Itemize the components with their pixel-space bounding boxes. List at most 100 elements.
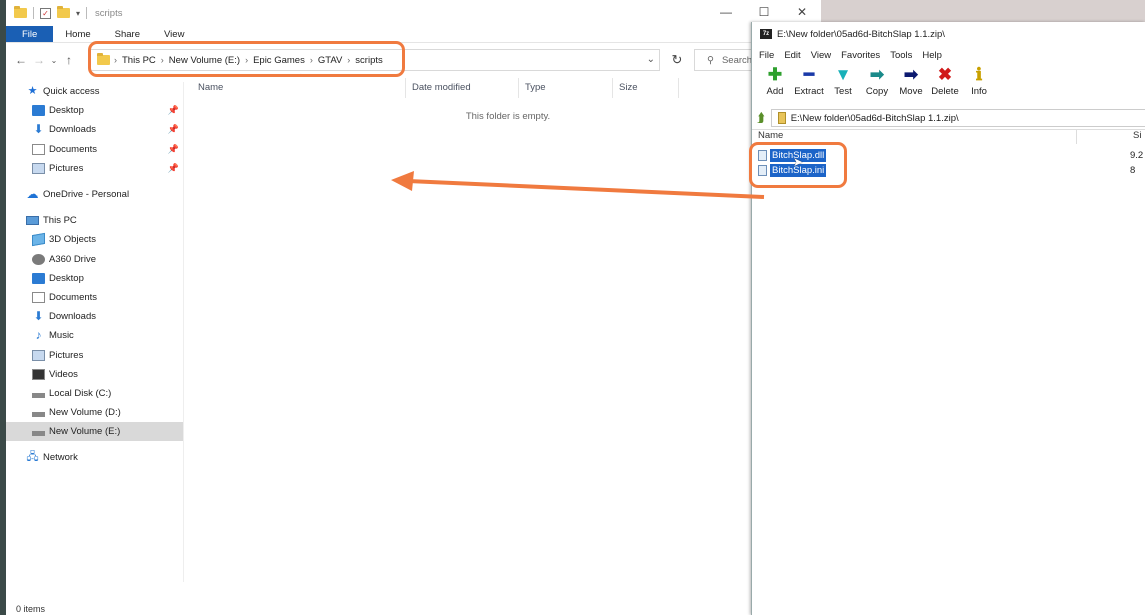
- nav-item-quick-access[interactable]: ★ Quick access: [6, 82, 183, 101]
- nav-item-music[interactable]: ♪ Music: [6, 326, 183, 345]
- column-header-date-modified[interactable]: Date modified: [406, 78, 519, 98]
- search-placeholder: Search: [721, 54, 753, 66]
- computer-icon: [26, 216, 39, 226]
- column-header-name[interactable]: Name: [192, 78, 406, 98]
- maximize-button[interactable]: ☐: [745, 0, 783, 24]
- nav-item-label: New Volume (E:): [49, 426, 121, 438]
- copy-icon: ➡: [869, 65, 885, 84]
- menu-tools[interactable]: Tools: [885, 50, 917, 61]
- extract-button[interactable]: ━ Extract: [792, 64, 826, 97]
- nav-item-documents[interactable]: Documents 📌: [6, 140, 183, 159]
- folder-icon: [14, 6, 27, 18]
- delete-button[interactable]: ✖ Delete: [928, 64, 962, 97]
- menu-file[interactable]: File: [754, 50, 779, 61]
- desktop-icon: [32, 272, 45, 284]
- search-icon: ⚲: [707, 54, 714, 66]
- navigation-pane: ★ Quick access Desktop 📌 ⬇ Downloads 📌 Docum…: [6, 82, 184, 582]
- tab-file[interactable]: File: [6, 26, 54, 42]
- nav-item-label: OneDrive - Personal: [43, 189, 130, 201]
- divider: [86, 7, 88, 19]
- nav-item-label: Network: [43, 452, 78, 464]
- move-button[interactable]: ➡ Move: [894, 64, 928, 97]
- empty-folder-message: This folder is empty.: [465, 111, 551, 122]
- nav-item-label: Downloads: [49, 124, 96, 136]
- nav-item-label: Pictures: [49, 162, 84, 174]
- 7zip-window: 7z E:\New folder\05ad6d-BitchSlap 1.1.zi…: [751, 22, 1145, 615]
- nav-item-documents-pc[interactable]: Documents: [6, 288, 183, 307]
- nav-item-desktop[interactable]: Desktop 📌: [6, 101, 183, 120]
- videos-icon: [32, 368, 45, 380]
- menu-edit[interactable]: Edit: [779, 50, 805, 61]
- star-icon: ★: [27, 85, 38, 98]
- column-header-size[interactable]: Size: [613, 78, 679, 98]
- pin-icon: 📌: [167, 143, 179, 154]
- refresh-button[interactable]: ↻: [664, 49, 690, 71]
- move-icon: ➡: [903, 65, 919, 84]
- 7zip-logo-icon: 7z: [760, 29, 772, 39]
- pin-icon: 📌: [167, 105, 179, 116]
- properties-icon[interactable]: ✓: [40, 7, 51, 19]
- nav-item-this-pc[interactable]: This PC: [6, 211, 183, 230]
- test-icon: ▼: [834, 65, 852, 84]
- title-bar: ✓ ▾ scripts — ☐ ✕: [6, 0, 821, 26]
- nav-item-a360-drive[interactable]: A360 Drive: [6, 250, 183, 269]
- pictures-icon: [32, 162, 45, 174]
- tab-home[interactable]: Home: [53, 26, 102, 42]
- 7zip-file-list[interactable]: Name Si BitchSlap.dll 9.2 BitchSlap.ini …: [752, 129, 1145, 615]
- test-button[interactable]: ▼ Test: [826, 64, 860, 97]
- menu-view[interactable]: View: [806, 50, 836, 61]
- info-button[interactable]: ℹ Info: [962, 64, 996, 97]
- chevron-down-icon[interactable]: ⌄: [647, 54, 655, 65]
- tab-share[interactable]: Share: [103, 26, 152, 42]
- 7zip-path-input[interactable]: E:\New folder\05ad6d-BitchSlap 1.1.zip\: [770, 109, 1145, 127]
- nav-item-new-volume-e[interactable]: New Volume (E:): [6, 422, 183, 442]
- nav-item-label: 3D Objects: [49, 234, 96, 246]
- quick-access-toolbar: ✓ ▾: [14, 6, 88, 19]
- address-highlight-annotation: [88, 41, 405, 77]
- nav-item-downloads[interactable]: ⬇ Downloads 📌: [6, 120, 183, 139]
- new-folder-icon[interactable]: [57, 6, 70, 18]
- nav-item-label: This PC: [43, 215, 77, 227]
- nav-item-label: Documents: [49, 143, 98, 155]
- nav-item-network[interactable]: 🖧 Network: [6, 448, 183, 467]
- column-headers: ⌃ Name Date modified Type Size: [192, 74, 752, 98]
- add-icon: ✚: [767, 65, 783, 84]
- up-button[interactable]: ↑: [60, 53, 78, 67]
- nav-item-desktop-pc[interactable]: Desktop: [6, 269, 183, 288]
- nav-item-pictures[interactable]: Pictures 📌: [6, 159, 183, 178]
- menu-help[interactable]: Help: [917, 50, 947, 61]
- 7zip-path-text: E:\New folder\05ad6d-BitchSlap 1.1.zip\: [790, 112, 959, 124]
- copy-label: Copy: [865, 86, 889, 97]
- nav-item-local-disk-c[interactable]: Local Disk (C:): [6, 384, 183, 403]
- nav-item-videos[interactable]: Videos: [6, 365, 183, 384]
- a360-icon: [32, 253, 45, 265]
- 7zip-window-title: E:\New folder\05ad6d-BitchSlap 1.1.zip\: [777, 28, 945, 40]
- close-button[interactable]: ✕: [783, 0, 821, 24]
- nav-item-pictures-pc[interactable]: Pictures: [6, 345, 183, 364]
- extract-label: Extract: [794, 86, 824, 97]
- nav-item-label: Quick access: [43, 86, 100, 98]
- nav-item-label: Pictures: [49, 349, 84, 361]
- menu-favorites[interactable]: Favorites: [836, 50, 885, 61]
- column-header-size[interactable]: Si: [1077, 130, 1141, 144]
- minimize-button[interactable]: —: [707, 0, 745, 24]
- recent-locations-button[interactable]: ⌄: [48, 56, 60, 65]
- nav-item-downloads-pc[interactable]: ⬇ Downloads: [6, 307, 183, 326]
- nav-item-onedrive[interactable]: ☁ OneDrive - Personal: [6, 185, 183, 204]
- customize-toolbar-icon[interactable]: ▾: [76, 9, 80, 18]
- nav-item-3d-objects[interactable]: 3D Objects: [6, 230, 183, 249]
- forward-button[interactable]: →: [30, 53, 48, 67]
- drive-icon: [32, 392, 45, 398]
- file-list-area[interactable]: ⌃ Name Date modified Type Size This fold…: [192, 74, 752, 578]
- nav-item-new-volume-d[interactable]: New Volume (D:): [6, 403, 183, 422]
- tab-view[interactable]: View: [152, 26, 196, 42]
- cloud-icon: ☁: [26, 187, 39, 202]
- back-button[interactable]: ←: [12, 53, 30, 67]
- download-icon: ⬇: [33, 309, 44, 324]
- copy-button[interactable]: ➡ Copy: [860, 64, 894, 97]
- add-label: Add: [766, 86, 784, 97]
- add-button[interactable]: ✚ Add: [758, 64, 792, 97]
- column-header-type[interactable]: Type: [519, 78, 613, 98]
- nav-item-label: Videos: [49, 368, 78, 380]
- folder-up-icon[interactable]: ⮭: [757, 110, 765, 126]
